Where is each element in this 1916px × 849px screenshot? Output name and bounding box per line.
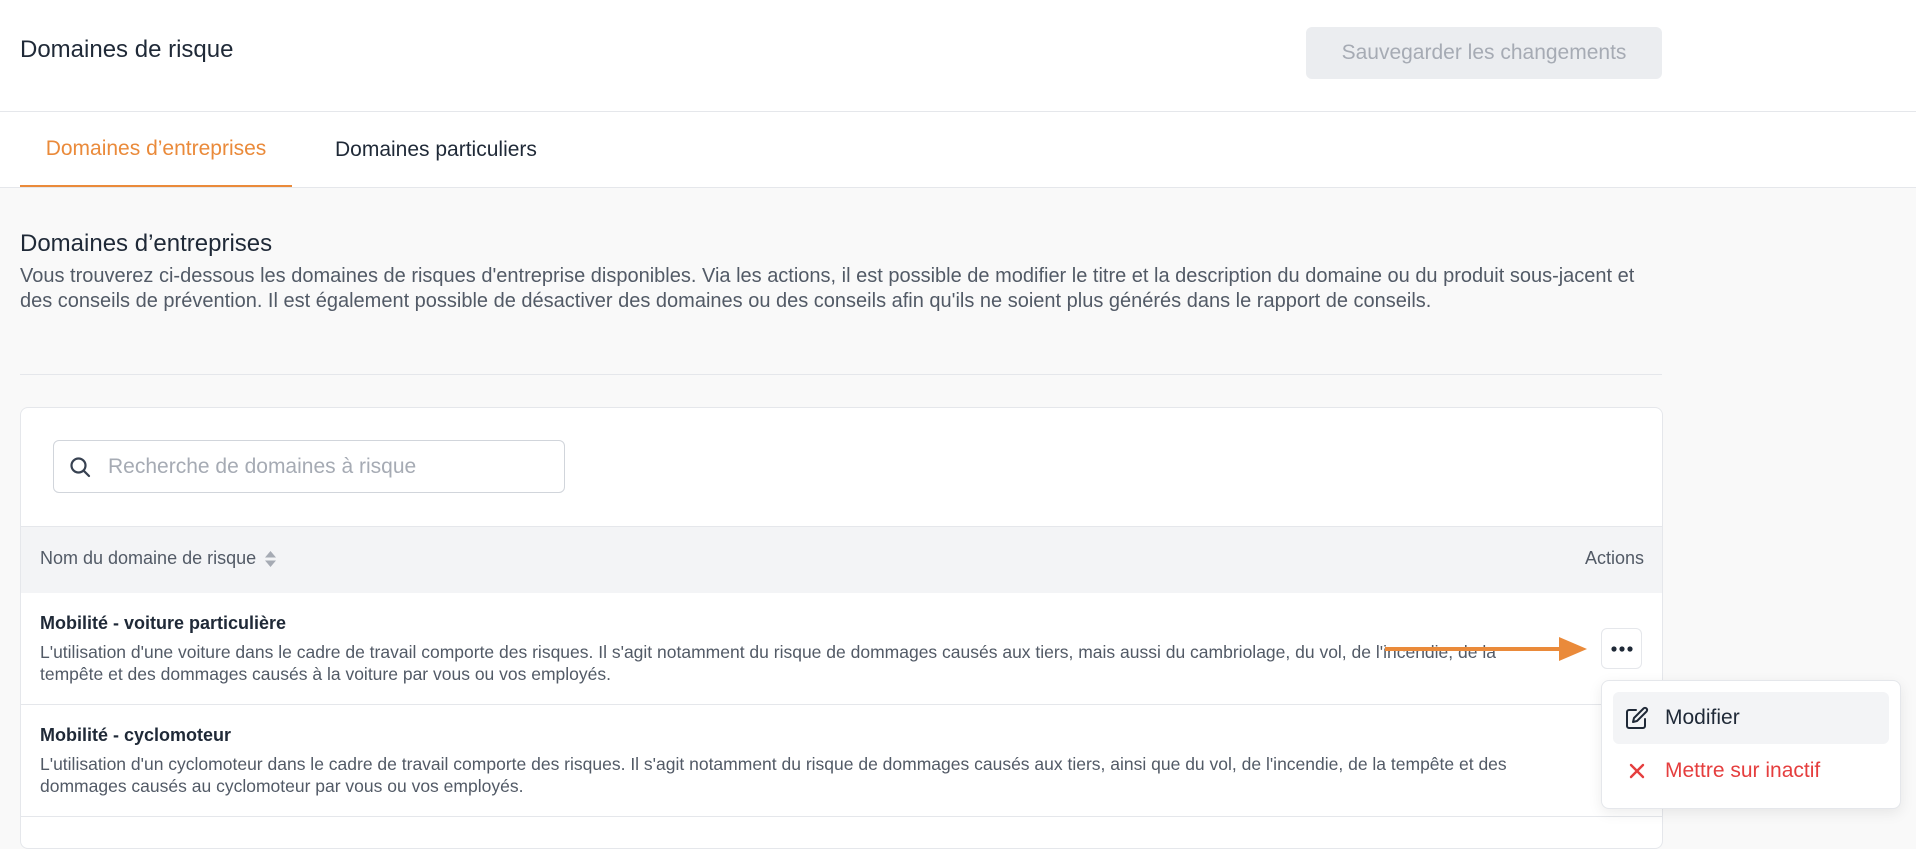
tab-business-domains[interactable]: Domaines d’entreprises — [20, 112, 292, 187]
arrow-right-icon — [1385, 637, 1587, 661]
table-row: Mobilité - cyclomoteur L'utilisation d'u… — [21, 705, 1662, 817]
section-title: Domaines d’entreprises — [20, 230, 273, 257]
page-header: Domaines de risque Sauvegarder les chang… — [0, 0, 1916, 112]
domains-card: Nom du domaine de risque Actions Mobilit… — [20, 407, 1663, 849]
row-description: L'utilisation d'un cyclomoteur dans le c… — [40, 754, 1507, 796]
row-description: L'utilisation d'une voiture dans le cadr… — [40, 642, 1496, 684]
search-icon — [70, 457, 91, 478]
edit-icon — [1626, 706, 1649, 729]
search-box[interactable] — [53, 440, 565, 493]
menu-item-edit-label: Modifier — [1665, 706, 1740, 729]
divider — [20, 374, 1662, 375]
tab-bar: Domaines d’entreprises Domaines particul… — [0, 112, 1916, 188]
column-header-name[interactable]: Nom du domaine de risque — [40, 548, 277, 569]
row-actions-button[interactable] — [1601, 628, 1642, 669]
search-input[interactable] — [106, 441, 550, 492]
column-header-actions: Actions — [1584, 548, 1644, 568]
more-horizontal-icon — [1610, 645, 1633, 652]
menu-item-set-inactive[interactable]: Mettre sur inactif — [1613, 745, 1889, 797]
close-icon — [1629, 763, 1645, 779]
page-title: Domaines de risque — [20, 36, 234, 63]
save-changes-button[interactable]: Sauvegarder les changements — [1306, 27, 1662, 79]
row-title: Mobilité - cyclomoteur — [40, 725, 232, 745]
row-title: Mobilité - voiture particulière — [40, 613, 287, 633]
menu-item-edit[interactable]: Modifier — [1613, 692, 1889, 744]
table-header: Nom du domaine de risque Actions — [21, 526, 1662, 594]
tab-private-domains[interactable]: Domaines particuliers — [335, 112, 537, 187]
column-header-name-label: Nom du domaine de risque — [40, 548, 257, 568]
menu-item-set-inactive-label: Mettre sur inactif — [1665, 759, 1821, 782]
row-actions-menu: Modifier Mettre sur inactif — [1601, 680, 1901, 809]
sort-icon — [265, 550, 277, 567]
section-description: Vous trouverez ci-dessous les domaines d… — [20, 265, 1635, 312]
